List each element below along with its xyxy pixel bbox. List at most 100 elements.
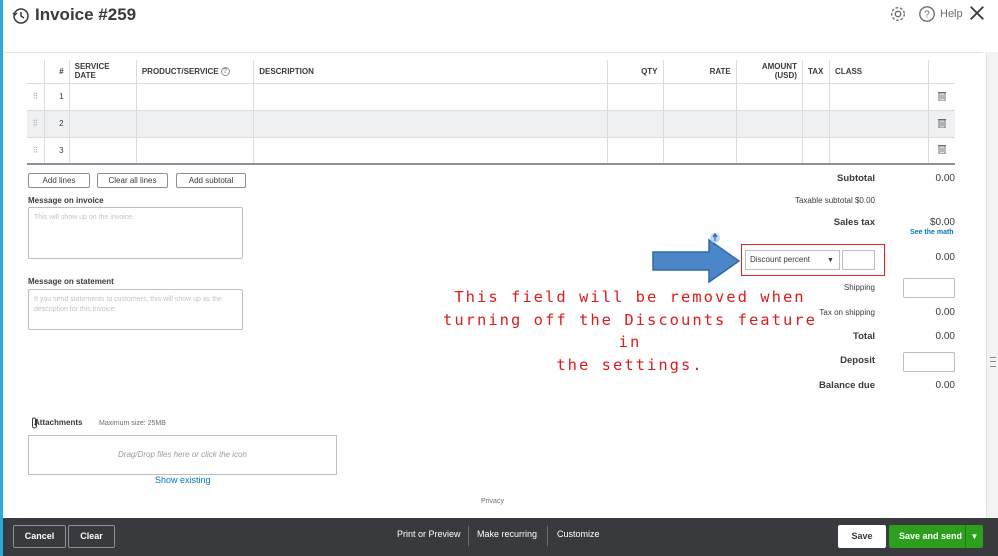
clear-all-lines-button[interactable]: Clear all lines [97,173,168,188]
print-or-preview-button[interactable]: Print or Preview [397,529,461,539]
see-the-math-link[interactable]: See the math [910,229,954,236]
scrollbar-grip[interactable] [990,357,996,367]
trash-icon[interactable] [928,82,955,110]
drag-handle-icon[interactable]: ⠿ [27,82,45,110]
footer-divider [547,526,548,546]
cancel-button[interactable]: Cancel [13,525,66,548]
taxable-subtotal: Taxable subtotal $0.00 [794,196,875,205]
table-row[interactable]: ⠿ 3 [27,136,955,165]
service-date-cell[interactable] [69,109,137,137]
close-icon[interactable] [968,4,986,22]
message-on-invoice-label: Message on invoice [28,196,104,205]
cursor-hand-icon [710,232,720,243]
annotation-arrow-icon [652,238,741,284]
help-icon[interactable]: ? [918,5,936,23]
rate-cell[interactable] [663,109,737,137]
attachment-dropzone[interactable]: Drag/Drop files here or click the icon [28,435,337,475]
annotation-line-3: the settings. [556,355,704,374]
column-header-amount: AMOUNT (USD) [736,60,803,83]
message-on-invoice-field[interactable]: This will show up on the invoice. [28,207,243,259]
save-and-send-button[interactable]: Save and send ▼ [889,525,983,548]
qty-cell[interactable] [607,136,664,165]
tax-cell[interactable] [802,136,831,165]
shipping-input[interactable] [903,278,955,298]
class-cell[interactable] [829,82,930,110]
page-title: Invoice #259 [35,5,137,24]
sales-tax-value: $0.00 [929,217,955,228]
description-cell[interactable] [253,109,609,137]
show-existing-link[interactable]: Show existing [155,475,211,485]
attachments-max-size: Maximum size: 25MB [99,420,166,427]
class-cell[interactable] [829,136,930,165]
privacy-link[interactable]: Privacy [481,498,504,505]
message-on-statement-label: Message on statement [28,277,114,286]
column-header-class: CLASS [829,60,930,83]
row-number: 1 [44,82,70,110]
service-date-cell[interactable] [69,136,137,165]
qty-cell[interactable] [607,82,664,110]
help-label[interactable]: Help [940,8,963,20]
deposit-input[interactable] [903,352,955,372]
service-date-cell[interactable] [69,82,137,110]
rate-cell[interactable] [663,82,737,110]
annotation-line-2: turning off the Discounts feature in [443,310,817,352]
gear-icon[interactable] [889,5,907,23]
tax-on-shipping-value: 0.00 [935,307,955,318]
tax-cell[interactable] [802,109,831,137]
row-number: 3 [44,136,70,165]
trash-column-header [929,60,955,83]
amount-cell[interactable] [736,109,803,137]
drag-column-header [27,60,45,83]
column-header-tax: TAX [802,60,831,83]
annotation-line-1: This field will be removed when [454,288,806,306]
amount-cell[interactable] [736,82,803,110]
total-value: 0.00 [935,331,955,342]
footer-divider [468,526,469,546]
tax-cell[interactable] [802,82,831,110]
row-number: 2 [44,109,70,137]
subtotal-value: 0.00 [935,173,955,184]
qty-cell[interactable] [607,109,664,137]
column-header-number: # [44,60,70,83]
trash-icon[interactable] [928,136,955,165]
svg-text:?: ? [924,10,930,21]
recent-history-icon[interactable] [11,6,31,26]
discount-type-select[interactable]: Discount percent [745,250,840,270]
left-edge-strip [0,0,3,556]
table-row[interactable]: ⠿ 2 [27,109,955,137]
class-cell[interactable] [829,109,930,137]
footer-bar: Cancel Clear Print or Preview Make recur… [0,518,998,556]
product-service-cell[interactable] [136,109,255,137]
message-on-statement-field[interactable]: If you send statements to customers, thi… [28,289,243,330]
clear-button[interactable]: Clear [68,525,115,548]
trash-icon[interactable] [928,109,955,137]
product-service-cell[interactable] [136,136,255,165]
discount-amount-input[interactable] [842,250,875,270]
add-lines-button[interactable]: Add lines [28,173,90,188]
discount-value: 0.00 [935,252,955,263]
save-button[interactable]: Save [838,525,886,548]
add-subtotal-button[interactable]: Add subtotal [176,173,246,188]
make-recurring-button[interactable]: Make recurring [477,529,537,539]
question-icon[interactable]: ? [220,66,230,76]
rate-cell[interactable] [663,136,737,165]
column-header-description: DESCRIPTION [253,60,609,83]
drag-handle-icon[interactable]: ⠿ [27,136,45,165]
amount-cell[interactable] [736,136,803,165]
customize-button[interactable]: Customize [557,529,600,539]
balance-due-value: 0.00 [935,380,955,391]
save-and-send-label: Save and send [899,531,963,541]
attachments-label: Attachments [34,418,83,427]
vertical-scrollbar[interactable] [986,52,998,518]
chevron-down-icon[interactable]: ▼ [965,525,983,548]
annotation-text: This field will be removed when turning … [430,286,830,376]
column-header-rate: RATE [663,60,737,83]
chevron-down-icon[interactable]: ▼ [827,257,834,264]
line-items-table: # SERVICE DATE PRODUCT/SERVICE? DESCRIPT… [27,60,955,165]
drag-handle-icon[interactable]: ⠿ [27,109,45,137]
product-service-cell[interactable] [136,82,255,110]
table-row[interactable]: ⠿ 1 [27,82,955,110]
sales-tax-label: Sales tax [833,217,875,228]
description-cell[interactable] [253,136,609,165]
description-cell[interactable] [253,82,609,110]
